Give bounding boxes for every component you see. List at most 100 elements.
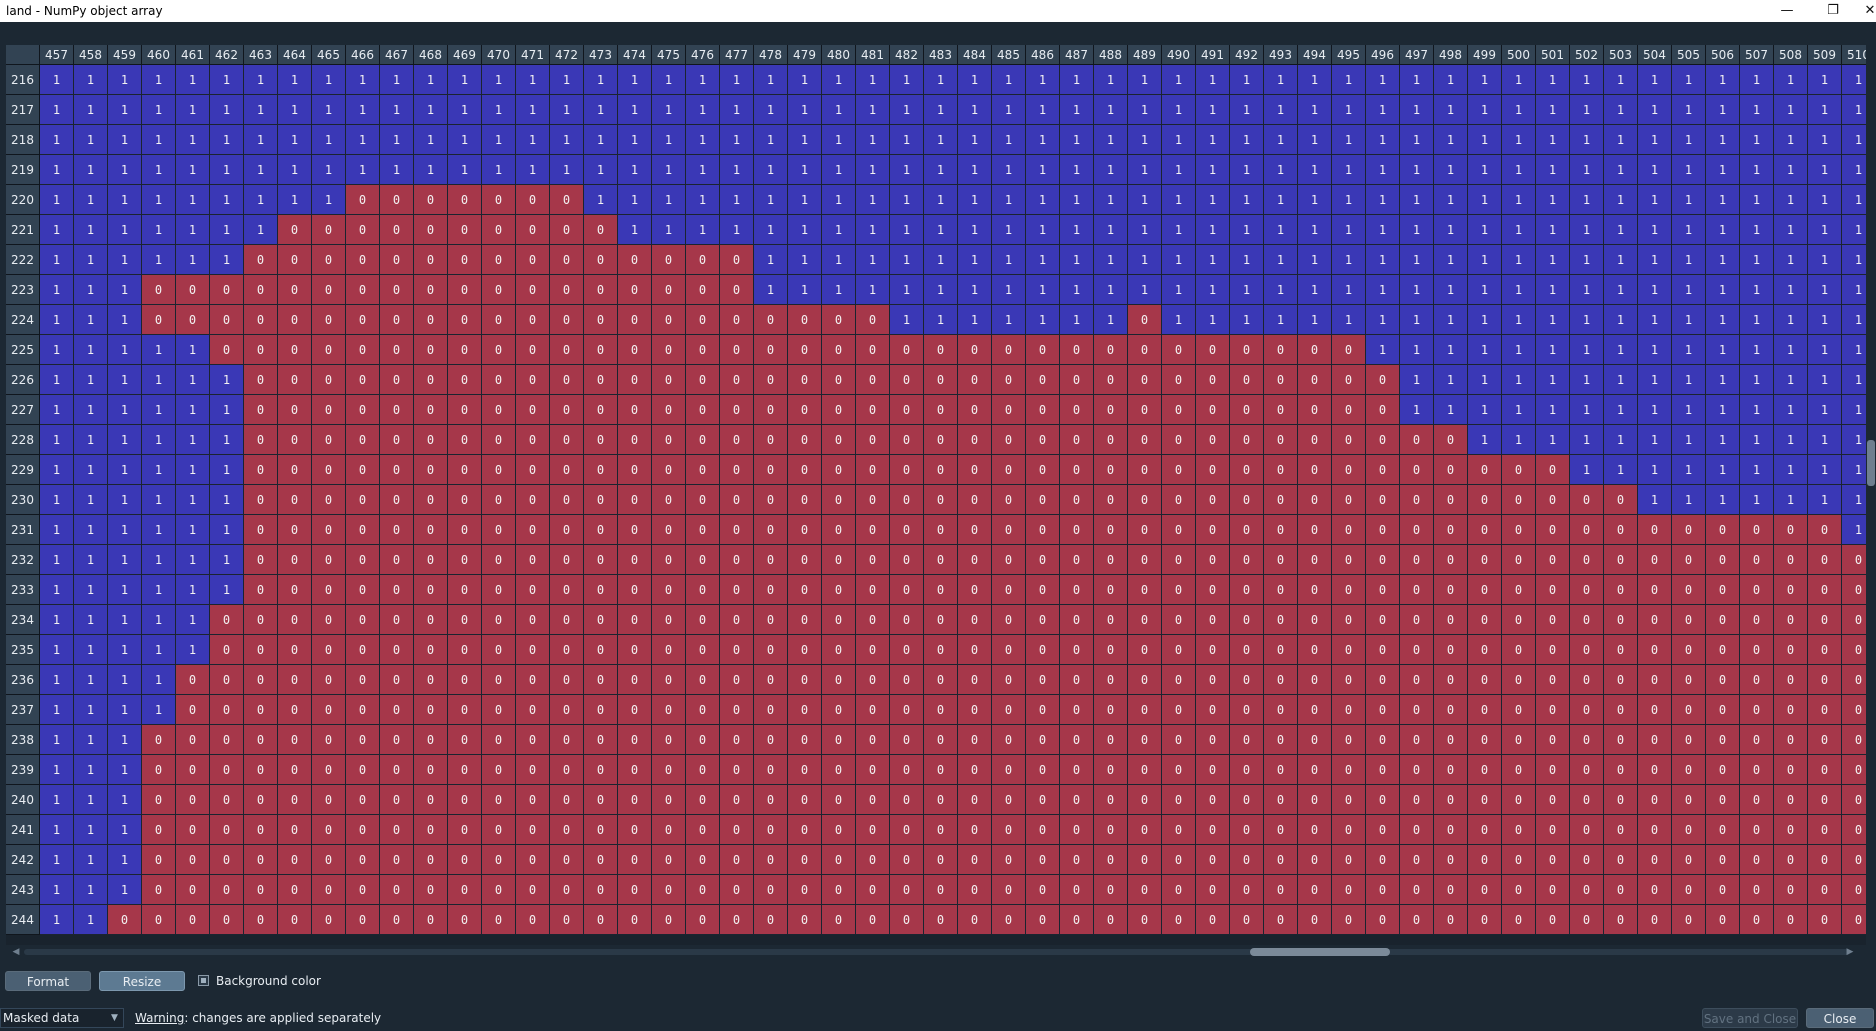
table-cell[interactable]: 0	[1162, 635, 1196, 665]
table-cell[interactable]: 0	[822, 665, 856, 695]
table-cell[interactable]: 1	[754, 155, 788, 185]
table-cell[interactable]: 0	[822, 365, 856, 395]
table-cell[interactable]: 0	[1332, 815, 1366, 845]
table-cell[interactable]: 0	[754, 785, 788, 815]
table-cell[interactable]: 1	[1536, 215, 1570, 245]
table-cell[interactable]: 1	[1740, 125, 1774, 155]
table-cell[interactable]: 0	[992, 695, 1026, 725]
table-cell[interactable]: 1	[1604, 455, 1638, 485]
table-cell[interactable]: 1	[1672, 335, 1706, 365]
table-cell[interactable]: 1	[856, 275, 890, 305]
table-cell[interactable]: 0	[1060, 515, 1094, 545]
table-cell[interactable]: 1	[1434, 215, 1468, 245]
table-cell[interactable]: 1	[210, 125, 244, 155]
table-cell[interactable]: 0	[346, 665, 380, 695]
table-cell[interactable]: 1	[40, 245, 74, 275]
table-cell[interactable]: 0	[686, 305, 720, 335]
table-cell[interactable]: 1	[1808, 95, 1842, 125]
table-cell[interactable]: 1	[1740, 335, 1774, 365]
table-cell[interactable]: 0	[1366, 395, 1400, 425]
table-cell[interactable]: 0	[380, 365, 414, 395]
table-cell[interactable]: 0	[1468, 845, 1502, 875]
table-cell[interactable]: 0	[1570, 635, 1604, 665]
table-cell[interactable]: 0	[1332, 575, 1366, 605]
table-cell[interactable]: 0	[1400, 485, 1434, 515]
table-cell[interactable]: 0	[1094, 725, 1128, 755]
table-cell[interactable]: 0	[1638, 575, 1672, 605]
table-cell[interactable]: 0	[1468, 635, 1502, 665]
table-cell[interactable]: 0	[244, 455, 278, 485]
table-cell[interactable]: 1	[1808, 65, 1842, 95]
table-cell[interactable]: 0	[516, 605, 550, 635]
table-cell[interactable]: 0	[1230, 605, 1264, 635]
table-cell[interactable]: 1	[1672, 425, 1706, 455]
table-cell[interactable]: 1	[652, 65, 686, 95]
table-cell[interactable]: 0	[1366, 875, 1400, 905]
table-cell[interactable]: 1	[1060, 185, 1094, 215]
table-cell[interactable]: 0	[380, 755, 414, 785]
table-cell[interactable]: 0	[278, 305, 312, 335]
table-cell[interactable]: 0	[856, 725, 890, 755]
table-cell[interactable]: 1	[1604, 215, 1638, 245]
table-cell[interactable]: 0	[1502, 725, 1536, 755]
table-cell[interactable]: 1	[652, 125, 686, 155]
table-cell[interactable]: 1	[584, 125, 618, 155]
table-cell[interactable]: 0	[278, 395, 312, 425]
table-cell[interactable]: 0	[312, 785, 346, 815]
table-cell[interactable]: 1	[108, 605, 142, 635]
table-cell[interactable]: 0	[482, 905, 516, 935]
table-cell[interactable]: 1	[1196, 95, 1230, 125]
table-cell[interactable]: 0	[1400, 425, 1434, 455]
table-cell[interactable]: 0	[1638, 665, 1672, 695]
table-cell[interactable]: 0	[142, 725, 176, 755]
table-cell[interactable]: 1	[142, 395, 176, 425]
table-cell[interactable]: 0	[1298, 755, 1332, 785]
table-cell[interactable]: 1	[754, 245, 788, 275]
table-cell[interactable]: 0	[210, 815, 244, 845]
table-cell[interactable]: 0	[856, 575, 890, 605]
table-cell[interactable]: 1	[244, 95, 278, 125]
table-cell[interactable]: 0	[822, 875, 856, 905]
table-cell[interactable]: 0	[550, 845, 584, 875]
table-cell[interactable]: 0	[1332, 365, 1366, 395]
table-cell[interactable]: 1	[74, 95, 108, 125]
table-cell[interactable]: 0	[550, 875, 584, 905]
table-cell[interactable]: 1	[74, 365, 108, 395]
table-cell[interactable]: 1	[1298, 275, 1332, 305]
table-cell[interactable]: 0	[652, 635, 686, 665]
table-cell[interactable]: 0	[1570, 815, 1604, 845]
table-cell[interactable]: 0	[1332, 785, 1366, 815]
table-cell[interactable]: 1	[754, 185, 788, 215]
table-cell[interactable]: 1	[40, 215, 74, 245]
table-cell[interactable]: 0	[856, 545, 890, 575]
table-cell[interactable]: 0	[1162, 575, 1196, 605]
table-cell[interactable]: 1	[1672, 275, 1706, 305]
table-cell[interactable]: 1	[788, 215, 822, 245]
table-cell[interactable]: 0	[312, 905, 346, 935]
table-cell[interactable]: 1	[176, 155, 210, 185]
table-cell[interactable]: 0	[1434, 815, 1468, 845]
table-cell[interactable]: 1	[1774, 95, 1808, 125]
table-cell[interactable]: 1	[108, 455, 142, 485]
table-cell[interactable]: 0	[720, 335, 754, 365]
table-cell[interactable]: 0	[1128, 485, 1162, 515]
table-cell[interactable]: 1	[1706, 365, 1740, 395]
table-cell[interactable]: 0	[686, 755, 720, 785]
table-cell[interactable]: 0	[720, 275, 754, 305]
table-cell[interactable]: 0	[1604, 785, 1638, 815]
table-cell[interactable]: 0	[924, 875, 958, 905]
table-cell[interactable]: 0	[958, 635, 992, 665]
table-cell[interactable]: 0	[1536, 455, 1570, 485]
table-cell[interactable]: 0	[1774, 725, 1808, 755]
table-cell[interactable]: 1	[1502, 305, 1536, 335]
table-cell[interactable]: 1	[1434, 155, 1468, 185]
table-cell[interactable]: 0	[482, 185, 516, 215]
table-cell[interactable]: 0	[1502, 485, 1536, 515]
table-cell[interactable]: 0	[1332, 605, 1366, 635]
table-cell[interactable]: 0	[1026, 545, 1060, 575]
table-cell[interactable]: 0	[584, 545, 618, 575]
table-cell[interactable]: 0	[856, 635, 890, 665]
table-cell[interactable]: 1	[1740, 455, 1774, 485]
table-cell[interactable]: 0	[1706, 755, 1740, 785]
table-cell[interactable]: 0	[414, 245, 448, 275]
